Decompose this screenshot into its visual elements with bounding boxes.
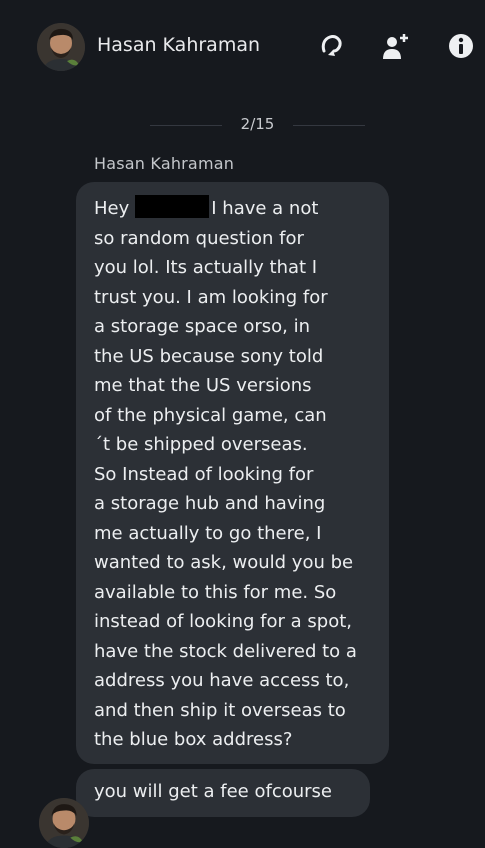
call-icon[interactable] [315,30,347,62]
chat-header: Hasan Kahraman [0,0,485,96]
message-text: you will get a fee ofcourse [94,781,332,802]
message-line-start: Hey [94,198,130,219]
message-counter-divider: 2/15 [150,113,365,137]
message-text: Hey I have a not so random question for y… [94,194,357,755]
redaction-box [135,195,210,218]
message-line: a storage hub and having [94,493,326,514]
message-line: you lol. Its actually that I [94,257,318,278]
message-line: of the physical game, can [94,404,327,426]
info-icon[interactable] [445,30,477,62]
message-line: the blue box address? [94,729,293,750]
message-line: So Instead of looking for [94,463,314,485]
message-line: so random question for [94,227,304,249]
contact-name[interactable]: Hasan Kahraman [97,34,260,56]
contact-avatar[interactable] [37,23,85,71]
message-line: Hey I have a not [94,194,357,224]
message-line: me that the US versions [94,375,312,396]
message-counter: 2/15 [240,115,275,133]
sender-avatar[interactable] [39,798,89,848]
divider-line-right [293,125,365,126]
message-line: ´t be shipped overseas. [94,434,308,455]
message-line: and then ship it overseas to [94,699,346,721]
message-line: me actually to go there, I [94,522,322,544]
message-line: trust you. I am looking for [94,286,328,308]
message-line-end: I have a not [211,198,319,219]
message-line: instead of looking for a spot, [94,611,352,632]
message-line: address you have access to, [94,670,350,691]
message-line: a storage space orso, in [94,316,311,337]
add-person-icon[interactable] [380,30,412,62]
message-bubble-2[interactable]: you will get a fee ofcourse [76,769,370,817]
message-line: the US because sony told [94,345,324,367]
message-line: wanted to ask, would you be [94,552,354,573]
message-line: available to this for me. So [94,581,337,603]
message-bubble[interactable]: Hey I have a not so random question for y… [76,182,389,764]
sender-name: Hasan Kahraman [94,154,235,173]
message-line: have the stock delivered to a [94,640,357,662]
